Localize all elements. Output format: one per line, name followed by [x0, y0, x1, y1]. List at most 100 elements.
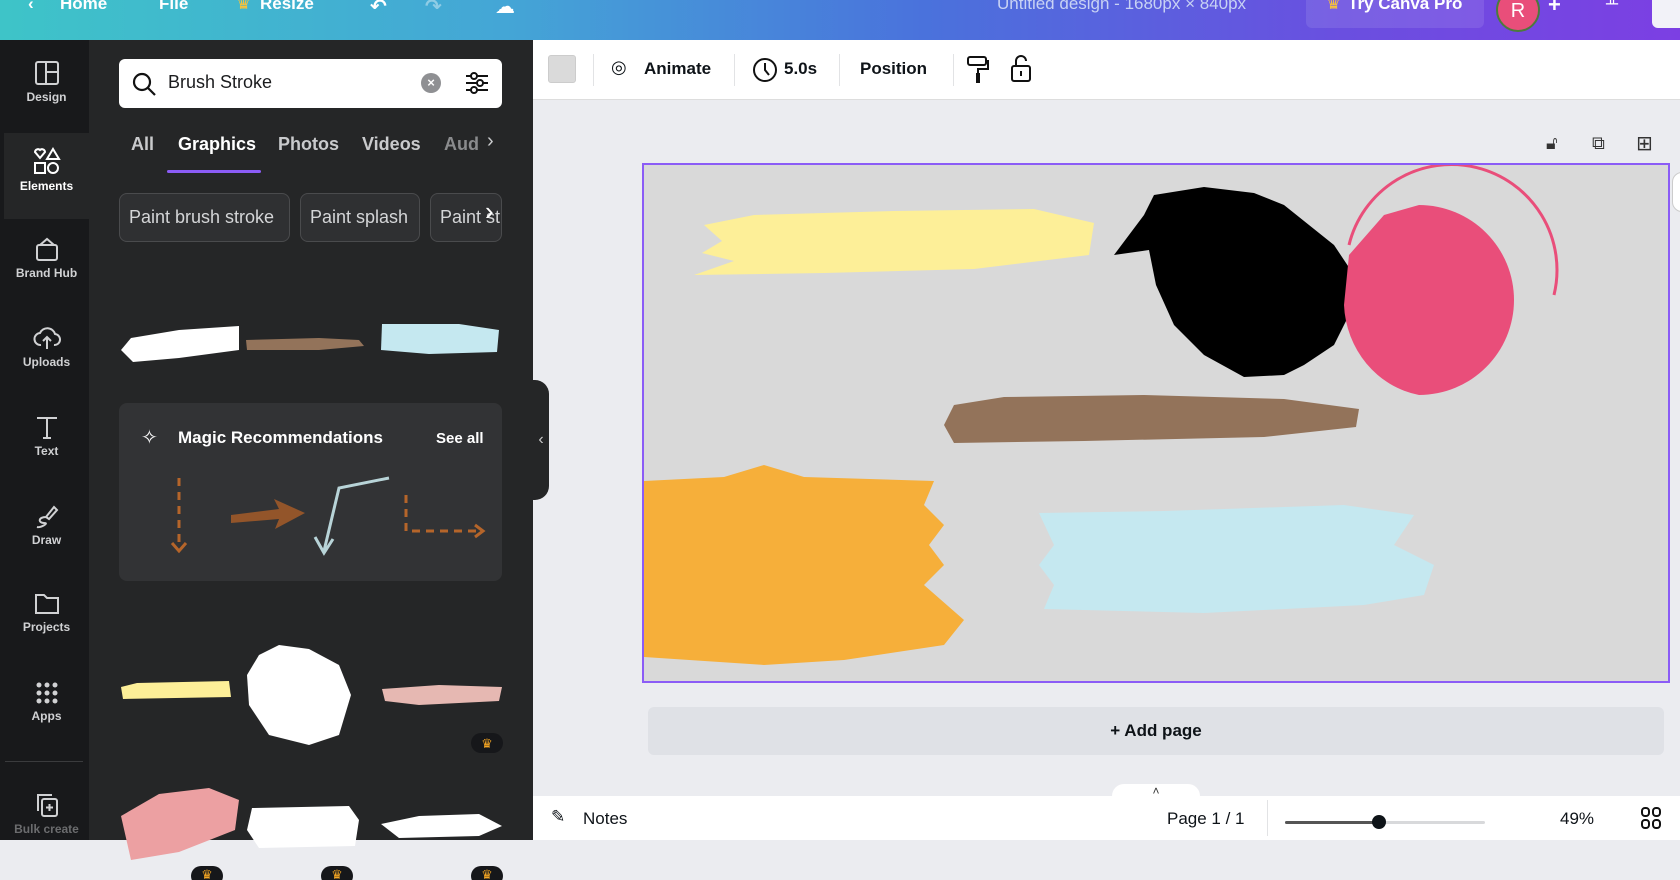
- elements-panel: Brush Stroke × All Graphics Photos Video…: [89, 40, 533, 880]
- page-indicator[interactable]: Page 1 / 1: [1167, 809, 1245, 829]
- animate-button[interactable]: Animate: [644, 59, 711, 79]
- rail-divider: [5, 761, 83, 762]
- rail-item-draw[interactable]: Draw: [4, 489, 89, 575]
- background-color-swatch[interactable]: [548, 55, 576, 83]
- add-page-button[interactable]: + Add page: [648, 707, 1664, 755]
- share-button[interactable]: [1652, 0, 1680, 28]
- tab-audio[interactable]: Audio: [444, 134, 480, 155]
- add-page-icon[interactable]: ⊞: [1636, 131, 1653, 156]
- chip-paint-brush-stroke[interactable]: Paint brush stroke: [119, 193, 290, 242]
- zoom-slider-fill: [1285, 821, 1380, 824]
- divider: [593, 54, 594, 86]
- rail-item-design[interactable]: Design: [4, 46, 89, 132]
- rail-item-elements[interactable]: Elements: [4, 133, 89, 219]
- folder-icon: [34, 594, 59, 614]
- orange-brush-stroke: [644, 465, 964, 665]
- rail-item-text[interactable]: Text: [4, 400, 89, 486]
- duplicate-page-icon[interactable]: ⧉: [1592, 133, 1605, 154]
- add-member-icon[interactable]: +: [1548, 0, 1561, 18]
- tabs-next-chevron-icon[interactable]: ›: [487, 130, 494, 153]
- home-button[interactable]: Home: [60, 0, 107, 14]
- rail-item-projects[interactable]: Projects: [4, 578, 89, 664]
- pink-circle-stroke: [1344, 205, 1514, 395]
- lightblue-brush-stroke: [1039, 505, 1434, 613]
- redo-icon[interactable]: ↷: [425, 0, 442, 19]
- chip-paint-splash[interactable]: Paint splash: [300, 193, 420, 242]
- resize-button[interactable]: Resize: [260, 0, 314, 14]
- pink-scribble-thumb: [121, 788, 239, 860]
- notes-button[interactable]: Notes: [583, 809, 627, 829]
- bulk-create-icon: [36, 794, 58, 817]
- tab-graphics[interactable]: Graphics: [178, 134, 256, 155]
- paint-roller-icon[interactable]: [966, 55, 990, 85]
- svg-text:♛: ♛: [331, 867, 343, 880]
- clock-icon: [753, 58, 777, 82]
- analytics-icon[interactable]: ╨: [1606, 0, 1618, 14]
- rail-label: Text: [34, 444, 59, 458]
- white-scribble-thumb: [247, 645, 351, 745]
- file-menu[interactable]: File: [159, 0, 188, 14]
- brown-brush-stroke-thumb: [246, 338, 364, 350]
- magic-recommendations-card: ✧ Magic Recommendations See all: [119, 403, 502, 581]
- grid-view-icon[interactable]: [1641, 807, 1661, 829]
- rail-item-apps[interactable]: Apps: [4, 667, 89, 753]
- grid-icon: [36, 682, 57, 704]
- undo-icon[interactable]: ↶: [370, 0, 387, 19]
- try-pro-button[interactable]: ♛ Try Canva Pro: [1306, 0, 1484, 28]
- white-brush-stroke-thumb: [381, 814, 502, 838]
- animate-icon: ◎: [611, 57, 627, 77]
- tab-videos[interactable]: Videos: [362, 134, 421, 155]
- design-page[interactable]: [642, 163, 1670, 683]
- crown-icon: ♛: [1326, 0, 1342, 13]
- document-title[interactable]: Untitled design - 1680px × 840px: [997, 0, 1246, 14]
- yellow-brush-stroke: [694, 209, 1094, 275]
- see-all-link[interactable]: See all: [436, 430, 484, 447]
- white-brush-stroke-thumb: [247, 806, 359, 848]
- rail-item-uploads[interactable]: Uploads: [4, 311, 89, 397]
- chips-next-chevron-icon[interactable]: ›: [485, 196, 494, 227]
- sparkle-icon: ✧: [141, 427, 158, 449]
- cloud-saved-icon[interactable]: ☁: [495, 0, 515, 19]
- dashed-down-arrow: [170, 478, 188, 554]
- rail-item-bulk-create[interactable]: Bulk create: [4, 778, 89, 864]
- zoom-slider[interactable]: [1285, 815, 1485, 829]
- rail-label: Uploads: [22, 355, 71, 369]
- collapse-panel-handle[interactable]: ‹: [533, 380, 549, 500]
- bottom-bar: ✎ Notes Page 1 / 1 49%: [533, 796, 1680, 840]
- divider: [1267, 800, 1268, 836]
- side-rail: Design Elements Brand Hub Uploads Text D…: [0, 40, 89, 840]
- brown-brush-stroke: [944, 395, 1359, 443]
- rail-label: Apps: [31, 709, 62, 723]
- graphics-row-3: ♛ ♛ ♛: [121, 788, 503, 880]
- zoom-slider-handle[interactable]: [1372, 815, 1387, 829]
- divider: [734, 54, 735, 86]
- unlock-icon[interactable]: [1010, 54, 1032, 84]
- side-panel-toggle[interactable]: [1672, 172, 1680, 212]
- tab-photos[interactable]: Photos: [278, 134, 339, 155]
- layout-icon: [34, 61, 59, 85]
- lightblue-brush-stroke-thumb: [381, 324, 499, 354]
- graphics-row-2: ♛: [121, 645, 503, 753]
- search-icon: [132, 72, 156, 96]
- zoom-percentage[interactable]: 49%: [1560, 809, 1594, 829]
- back-chevron-icon[interactable]: ‹: [28, 0, 34, 14]
- crown-icon: ♛: [236, 0, 252, 13]
- avatar-initial: R: [1510, 0, 1526, 22]
- black-scribble: [1114, 187, 1354, 377]
- duration-button[interactable]: 5.0s: [784, 59, 817, 79]
- tab-all[interactable]: All: [131, 134, 154, 155]
- white-brush-stroke-thumb: [121, 326, 239, 362]
- dashed-corner-arrow: [404, 495, 486, 539]
- lock-page-icon[interactable]: 🔓︎: [1546, 133, 1558, 154]
- rail-item-brand-hub[interactable]: Brand Hub: [4, 222, 89, 308]
- brown-brush-arrow: [231, 499, 305, 529]
- position-button[interactable]: Position: [860, 59, 927, 79]
- divider: [953, 54, 954, 86]
- svg-text:♛: ♛: [201, 867, 213, 880]
- search-input[interactable]: Brush Stroke ×: [119, 59, 502, 108]
- clear-search-icon[interactable]: ×: [421, 73, 441, 93]
- avatar[interactable]: R: [1496, 0, 1540, 32]
- top-bar: ‹ Home File ♛ Resize ↶ ↷ ☁ Untitled desi…: [0, 0, 1680, 40]
- pink-brush-stroke-thumb: [382, 685, 502, 705]
- filter-icon[interactable]: [465, 71, 489, 95]
